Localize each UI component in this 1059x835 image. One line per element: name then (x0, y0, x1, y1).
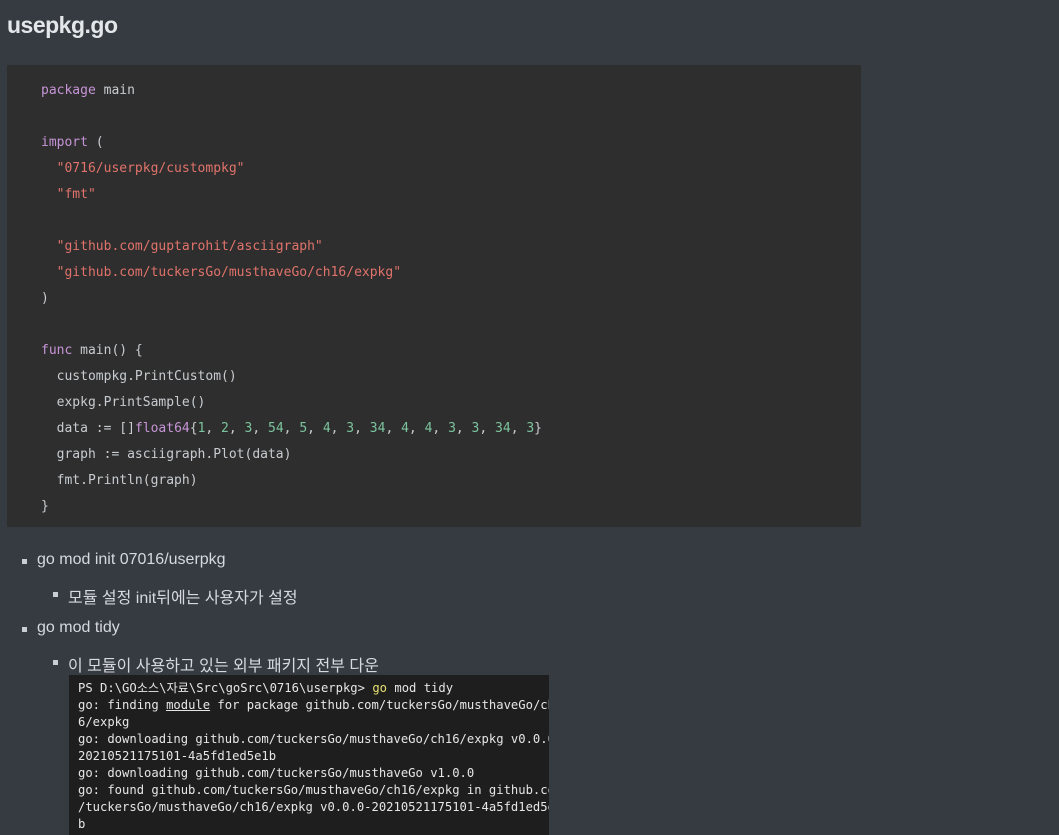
number-literal: 34 (495, 421, 511, 436)
terminal-line: go: downloading github.com/tuckersGo/mus… (78, 732, 549, 746)
code-text: graph := asciigraph.Plot(data) (56, 447, 292, 462)
code-line: package main (41, 78, 861, 104)
number-literal: 34 (369, 421, 386, 436)
string-literal: "github.com/guptarohit/asciigraph" (56, 239, 323, 254)
number-literal: 3 (471, 421, 480, 436)
list-item-text: 이 모듈이 사용하고 있는 외부 패키지 전부 다운 (68, 658, 379, 675)
code-line: "fmt" (41, 182, 861, 208)
terminal-line: 6/expkg (78, 715, 130, 729)
terminal-command: go (372, 681, 388, 695)
code-text: } (41, 499, 49, 514)
code-text: ) (41, 291, 49, 306)
number-literal: 3 (346, 421, 355, 436)
number-literal: 4 (424, 421, 433, 436)
number-literal: 4 (322, 421, 331, 436)
string-literal: "fmt" (56, 187, 96, 202)
keyword: package (41, 83, 96, 98)
list-item: 이 모듈이 사용하고 있는 외부 패키지 전부 다운 (53, 652, 379, 676)
list-item: go mod tidy (22, 619, 120, 637)
terminal-line: go: found github.com/tuckersGo/musthaveG… (78, 783, 549, 797)
code-line: data := []float64{1, 2, 3, 54, 5, 4, 3, … (41, 416, 861, 442)
code-line: import ( (41, 130, 861, 156)
terminal-line: b (78, 817, 86, 831)
code-line: "github.com/tuckersGo/musthaveGo/ch16/ex… (41, 260, 861, 286)
list-item: go mod init 07016/userpkg (22, 551, 226, 569)
string-literal: "github.com/tuckersGo/musthaveGo/ch16/ex… (56, 265, 402, 280)
code-line: custompkg.PrintCustom() (41, 364, 861, 390)
terminal-text: for package github.com/tuckersGo/musthav… (210, 698, 549, 712)
number-literal: 2 (221, 421, 229, 436)
number-literal: 3 (448, 421, 456, 436)
page-title: usepkg.go (7, 12, 118, 38)
terminal-text: go: finding (78, 698, 167, 712)
string-literal: "0716/userpkg/custompkg" (56, 161, 245, 176)
bullet-marker (22, 627, 27, 632)
terminal-line: go: finding module for package github.co… (78, 697, 549, 714)
code-line: graph := asciigraph.Plot(data) (41, 442, 861, 468)
terminal-line: /tuckersGo/musthaveGo/ch16/expkg v0.0.0-… (78, 800, 549, 814)
code-line: expkg.PrintSample() (41, 390, 861, 416)
terminal-prompt: PS D:\GO소스\자료\Src\goSrc\0716\userpkg> (78, 681, 373, 695)
number-literal: 3 (244, 421, 253, 436)
code-text: main() { (72, 343, 143, 358)
code-text: main (95, 83, 135, 98)
list-item-text: go mod init 07016/userpkg (37, 551, 226, 568)
list-item-text: go mod tidy (37, 619, 120, 636)
code-line: func main() { (41, 338, 861, 364)
keyword: import (41, 135, 88, 150)
list-item-text: 모듈 설정 init뒤에는 사용자가 설정 (68, 590, 298, 607)
number-literal: 4 (401, 421, 409, 436)
terminal-screenshot: PS D:\GO소스\자료\Src\goSrc\0716\userpkg> go… (69, 675, 549, 835)
code-text: custompkg.PrintCustom() (56, 369, 237, 384)
code-line: "0716/userpkg/custompkg" (41, 156, 861, 182)
terminal-link: module (166, 698, 211, 712)
code-line: "github.com/guptarohit/asciigraph" (41, 234, 861, 260)
code-line: } (41, 494, 861, 520)
number-literal: 5 (299, 421, 308, 436)
terminal-line: go: downloading github.com/tuckersGo/mus… (78, 766, 475, 780)
bullet-marker (22, 559, 27, 564)
number-literal: 3 (526, 421, 535, 436)
code-text: expkg.PrintSample() (56, 395, 206, 410)
code-text: data := [] (56, 421, 135, 436)
code-text: ( (87, 135, 104, 150)
terminal-line: PS D:\GO소스\자료\Src\goSrc\0716\userpkg> go… (78, 680, 549, 697)
bullet-marker (53, 660, 58, 665)
number-literal: 1 (197, 421, 206, 436)
terminal-command-args: mod tidy (387, 681, 454, 695)
keyword: func (41, 343, 73, 358)
type-keyword: float64 (134, 421, 190, 436)
number-literal: 54 (268, 421, 284, 436)
code-text: fmt.Println(graph) (56, 473, 198, 488)
bullet-marker (53, 592, 58, 597)
code-block: package main import ( "0716/userpkg/cust… (7, 65, 861, 527)
terminal-line: 20210521175101-4a5fd1ed5e1b (78, 749, 277, 763)
code-line: ) (41, 286, 861, 312)
slice-literal: {1, 2, 3, 54, 5, 4, 3, 34, 4, 4, 3, 3, 3… (189, 421, 542, 436)
code-line: fmt.Println(graph) (41, 468, 861, 494)
list-item: 모듈 설정 init뒤에는 사용자가 설정 (53, 584, 298, 608)
